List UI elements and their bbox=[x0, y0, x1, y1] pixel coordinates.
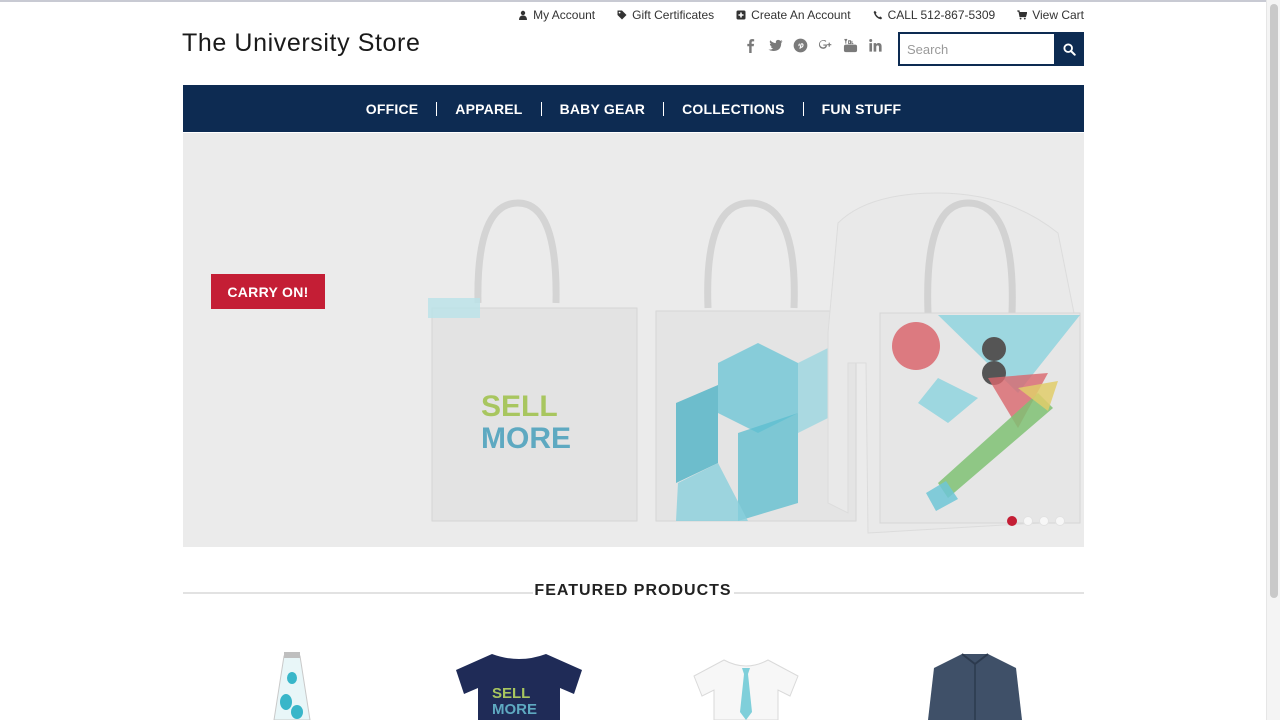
tote-bag-right bbox=[827, 192, 1081, 534]
search-icon bbox=[1062, 42, 1076, 56]
linkedin-icon[interactable] bbox=[867, 36, 883, 54]
scrollbar-thumb[interactable] bbox=[1270, 4, 1278, 598]
store-title[interactable]: The University Store bbox=[182, 29, 420, 58]
search-button[interactable] bbox=[1054, 32, 1084, 66]
page-scrollbar[interactable] bbox=[1266, 0, 1280, 720]
user-icon bbox=[519, 10, 528, 20]
more-text: MORE bbox=[481, 422, 571, 455]
product-lava-lamp[interactable] bbox=[270, 650, 314, 720]
create-account-label: Create An Account bbox=[751, 8, 851, 22]
gift-certificates-label: Gift Certificates bbox=[632, 8, 715, 22]
tag-icon bbox=[617, 10, 627, 20]
search-form bbox=[898, 32, 1084, 66]
hero-tote-bags-image: SELL MORE bbox=[428, 192, 1081, 534]
nav-item-apparel[interactable]: APPAREL bbox=[437, 101, 540, 117]
call-label: CALL 512-867-5309 bbox=[887, 8, 996, 22]
create-account-link[interactable]: Create An Account bbox=[736, 8, 851, 22]
search-input[interactable] bbox=[898, 32, 1054, 66]
sell-text: SELL bbox=[481, 390, 558, 423]
featured-products-heading: FEATURED PRODUCTS bbox=[534, 582, 732, 599]
hero-slider[interactable]: CARRY ON! SELL MORE bbox=[183, 133, 1084, 547]
tote-bag-middle bbox=[655, 199, 857, 522]
my-account-link[interactable]: My Account bbox=[518, 8, 595, 22]
carry-on-button[interactable]: CARRY ON! bbox=[211, 274, 325, 309]
slider-dot-4[interactable] bbox=[1055, 516, 1065, 526]
gift-certificates-link[interactable]: Gift Certificates bbox=[617, 8, 714, 22]
youtube-icon[interactable] bbox=[842, 36, 858, 54]
view-cart-link[interactable]: View Cart bbox=[1017, 8, 1084, 22]
twitter-icon[interactable] bbox=[767, 36, 783, 54]
tshirt-print-sell: SELL bbox=[492, 685, 530, 702]
nav-item-fun-stuff[interactable]: FUN STUFF bbox=[804, 101, 920, 117]
slider-dot-2[interactable] bbox=[1023, 516, 1033, 526]
product-denim-shirt[interactable] bbox=[926, 650, 1024, 720]
cart-icon bbox=[1017, 10, 1028, 20]
product-navy-tshirt[interactable]: SELL MORE bbox=[452, 650, 586, 720]
nav-item-office[interactable]: OFFICE bbox=[348, 101, 437, 117]
main-nav: OFFICE APPAREL BABY GEAR COLLECTIONS FUN… bbox=[183, 85, 1084, 132]
nav-item-collections[interactable]: COLLECTIONS bbox=[664, 101, 803, 117]
nav-item-baby-gear[interactable]: BABY GEAR bbox=[542, 101, 664, 117]
featured-divider-right bbox=[734, 592, 1084, 594]
social-links bbox=[742, 36, 883, 54]
facebook-icon[interactable] bbox=[742, 36, 758, 54]
slider-dot-1[interactable] bbox=[1007, 516, 1017, 526]
view-cart-label: View Cart bbox=[1032, 8, 1084, 22]
tshirt-print-more: MORE bbox=[492, 701, 537, 718]
pinterest-icon[interactable] bbox=[792, 36, 808, 54]
window-top-border bbox=[0, 0, 1280, 2]
call-link[interactable]: CALL 512-867-5309 bbox=[873, 8, 996, 22]
slider-dot-3[interactable] bbox=[1039, 516, 1049, 526]
slider-dots bbox=[1007, 516, 1065, 526]
phone-icon bbox=[873, 10, 882, 20]
tote-bag-left: SELL MORE bbox=[428, 199, 638, 522]
google-plus-icon[interactable] bbox=[817, 36, 833, 54]
product-baby-onesie[interactable] bbox=[686, 650, 806, 720]
utility-links: My Account Gift Certificates Create An A… bbox=[496, 8, 1084, 22]
plus-square-icon bbox=[736, 10, 746, 20]
featured-divider-left bbox=[183, 592, 533, 594]
my-account-label: My Account bbox=[533, 8, 596, 22]
